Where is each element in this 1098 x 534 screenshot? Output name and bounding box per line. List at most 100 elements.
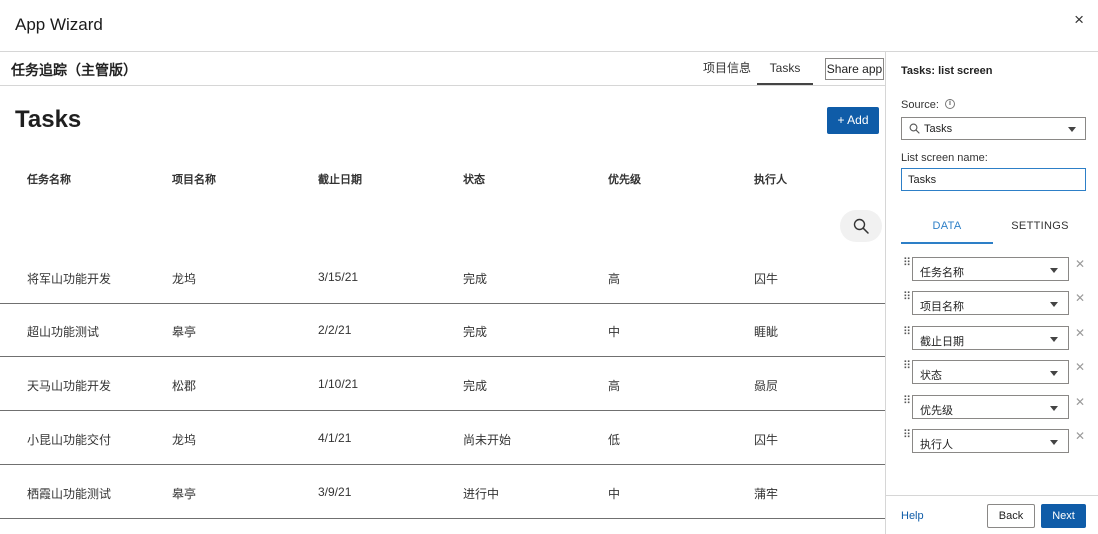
cell-status: 进行中 — [463, 487, 500, 501]
column-header-due-date[interactable]: 截止日期 — [318, 171, 362, 187]
source-dropdown[interactable]: Tasks — [901, 117, 1086, 140]
drag-handle-icon[interactable]: ⠿ — [903, 292, 911, 303]
chevron-down-icon — [1050, 268, 1058, 273]
cell-task-name: 栖霞山功能测试 — [27, 487, 112, 501]
column-header-task-name[interactable]: 任务名称 — [27, 171, 71, 187]
column-header-priority[interactable]: 优先级 — [608, 171, 641, 187]
field-value: 优先级 — [920, 405, 953, 417]
page-title: Tasks — [15, 106, 82, 133]
field-row: ⠿ 优先级 ✕ — [901, 395, 1096, 419]
remove-icon[interactable]: ✕ — [1075, 291, 1085, 305]
remove-icon[interactable]: ✕ — [1075, 326, 1085, 340]
source-label: Source: — [901, 99, 939, 111]
field-dropdown[interactable]: 任务名称 — [912, 257, 1069, 281]
cell-project-name: 皋亭 — [172, 487, 197, 501]
chevron-down-icon — [1050, 406, 1058, 411]
table-row[interactable]: 小昆山功能交付 龙坞 4/1/21 尚未开始 低 囚牛 — [0, 411, 885, 465]
drag-handle-icon[interactable]: ⠿ — [903, 327, 911, 338]
cell-task-name: 小昆山功能交付 — [27, 433, 112, 447]
cell-task-name: 超山功能测试 — [27, 325, 100, 339]
panel-footer: Help Back Next — [886, 495, 1098, 534]
cell-due-date: 2/2/21 — [318, 323, 352, 337]
field-value: 任务名称 — [920, 267, 964, 279]
list-screen-name-label: List screen name: — [901, 152, 988, 164]
field-row: ⠿ 状态 ✕ — [901, 360, 1096, 384]
list-screen-name-input[interactable] — [901, 168, 1086, 191]
drag-handle-icon[interactable]: ⠿ — [903, 258, 911, 269]
drag-handle-icon[interactable]: ⠿ — [903, 396, 911, 407]
table-row[interactable]: 将军山功能开发 龙坞 3/15/21 完成 高 囚牛 — [0, 250, 885, 304]
close-icon[interactable]: × — [1074, 11, 1084, 28]
drag-handle-icon[interactable]: ⠿ — [903, 430, 911, 441]
share-app-button[interactable]: Share app — [825, 58, 884, 80]
cell-assignee: 赑屃 — [754, 379, 779, 393]
tab-settings[interactable]: SETTINGS — [994, 220, 1086, 244]
cell-task-name: 天马山功能开发 — [27, 379, 112, 393]
cell-due-date: 3/9/21 — [318, 485, 352, 499]
remove-icon[interactable]: ✕ — [1075, 395, 1085, 409]
field-row: ⠿ 截止日期 ✕ — [901, 326, 1096, 350]
cell-project-name: 龙坞 — [172, 272, 197, 286]
cell-due-date: 3/15/21 — [318, 270, 359, 284]
cell-assignee: 睚眦 — [754, 325, 779, 339]
remove-icon[interactable]: ✕ — [1075, 360, 1085, 374]
table-row[interactable]: 天马山功能开发 松郡 1/10/21 完成 高 赑屃 — [0, 357, 885, 411]
cell-status: 完成 — [463, 325, 488, 339]
cell-status: 完成 — [463, 272, 488, 286]
cell-priority: 高 — [608, 379, 621, 393]
field-row: ⠿ 任务名称 ✕ — [901, 257, 1096, 281]
chevron-down-icon — [1050, 371, 1058, 376]
cell-assignee: 囚牛 — [754, 272, 779, 286]
field-value: 截止日期 — [920, 336, 964, 348]
field-dropdown[interactable]: 优先级 — [912, 395, 1069, 419]
field-dropdown[interactable]: 状态 — [912, 360, 1069, 384]
cell-task-name: 将军山功能开发 — [27, 272, 112, 286]
table-row[interactable]: 超山功能测试 皋亭 2/2/21 完成 中 睚眦 — [0, 303, 885, 357]
cell-project-name: 龙坞 — [172, 433, 197, 447]
table-row[interactable]: 栖霞山功能测试 皋亭 3/9/21 进行中 中 蒲牢 — [0, 465, 885, 519]
column-header-assignee[interactable]: 执行人 — [754, 171, 787, 187]
chevron-down-icon — [1050, 302, 1058, 307]
cell-assignee: 囚牛 — [754, 433, 779, 447]
cell-project-name: 皋亭 — [172, 325, 197, 339]
field-dropdown[interactable]: 项目名称 — [912, 291, 1069, 315]
app-header: 任务追踪（主管版） 项目信息 Tasks Share app — [0, 52, 885, 86]
field-row: ⠿ 执行人 ✕ — [901, 429, 1096, 453]
cell-priority: 中 — [608, 487, 621, 501]
chevron-down-icon — [1050, 337, 1058, 342]
remove-icon[interactable]: ✕ — [1075, 429, 1085, 443]
chevron-down-icon — [1050, 440, 1058, 445]
search-button[interactable] — [840, 210, 882, 242]
search-icon — [909, 123, 920, 134]
wizard-title: App Wizard — [15, 15, 103, 34]
source-value: Tasks — [924, 123, 953, 135]
cell-status: 完成 — [463, 379, 488, 393]
help-link[interactable]: Help — [901, 510, 924, 522]
nav-tasks[interactable]: Tasks — [757, 52, 813, 85]
task-list-preview: Tasks + Add 任务名称 项目名称 截止日期 状态 优先级 执行人 将军… — [0, 86, 885, 534]
column-header-project-name[interactable]: 项目名称 — [172, 171, 216, 187]
cell-priority: 低 — [608, 433, 621, 447]
info-icon[interactable]: i — [945, 99, 955, 109]
cell-project-name: 松郡 — [172, 379, 197, 393]
cell-assignee: 蒲牢 — [754, 487, 779, 501]
column-header-status[interactable]: 状态 — [463, 171, 485, 187]
add-button[interactable]: + Add — [827, 107, 879, 134]
wizard-titlebar: App Wizard × — [0, 0, 1098, 52]
tab-data[interactable]: DATA — [901, 220, 993, 244]
back-button[interactable]: Back — [987, 504, 1035, 528]
cell-status: 尚未开始 — [463, 433, 512, 447]
field-dropdown[interactable]: 截止日期 — [912, 326, 1069, 350]
field-value: 状态 — [920, 370, 942, 382]
search-icon — [853, 218, 869, 234]
remove-icon[interactable]: ✕ — [1075, 257, 1085, 271]
drag-handle-icon[interactable]: ⠿ — [903, 361, 911, 372]
field-dropdown[interactable]: 执行人 — [912, 429, 1069, 453]
field-row: ⠿ 项目名称 ✕ — [901, 291, 1096, 315]
nav-project-info[interactable]: 项目信息 — [689, 52, 765, 85]
app-name: 任务追踪（主管版） — [11, 62, 137, 78]
next-button[interactable]: Next — [1041, 504, 1086, 528]
cell-due-date: 4/1/21 — [318, 431, 352, 445]
chevron-down-icon — [1068, 127, 1076, 132]
field-value: 项目名称 — [920, 301, 964, 313]
